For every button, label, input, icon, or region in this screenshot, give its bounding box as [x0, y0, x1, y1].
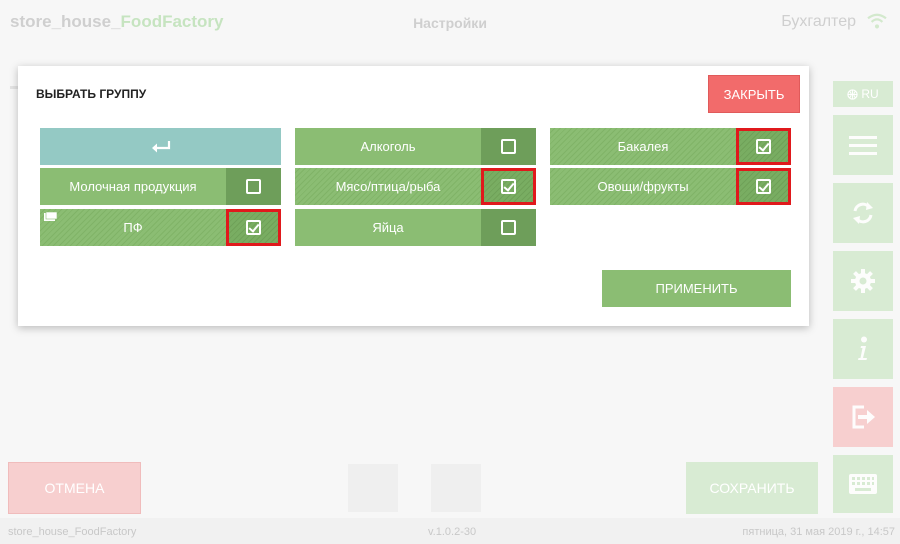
group-checkbox[interactable]: [481, 209, 536, 246]
dialog-title: ВЫБРАТЬ ГРУППУ: [36, 87, 147, 101]
checkbox-unchecked-icon: [501, 139, 516, 154]
group-checkbox[interactable]: [226, 168, 281, 205]
group-tile-grocery[interactable]: Бакалея: [550, 128, 791, 165]
group-checkbox[interactable]: [736, 128, 791, 165]
group-tile-meat[interactable]: Мясо/птица/рыба: [295, 168, 536, 205]
settings-button[interactable]: [833, 251, 893, 311]
menu-icon: [849, 136, 877, 155]
logout-button[interactable]: [833, 387, 893, 447]
cancel-button[interactable]: ОТМЕНА: [8, 462, 141, 514]
group-label: ПФ: [123, 220, 143, 235]
scroll-down-button[interactable]: [431, 464, 481, 512]
close-button[interactable]: ЗАКРЫТЬ: [708, 75, 800, 113]
menu-button[interactable]: [833, 115, 893, 175]
keyboard-icon: [849, 474, 877, 494]
return-arrow-icon: [151, 140, 170, 152]
group-tile-pf[interactable]: ПФ: [40, 209, 281, 246]
group-label: Яйца: [372, 220, 404, 235]
group-checkbox[interactable]: [226, 209, 281, 246]
group-checkbox[interactable]: [481, 168, 536, 205]
footer-app-name: store_house_FoodFactory: [8, 526, 137, 538]
globe-icon: [847, 88, 859, 100]
group-label: Бакалея: [617, 139, 669, 154]
checkbox-checked-icon: [756, 179, 771, 194]
gear-icon: [851, 269, 875, 293]
save-button[interactable]: СОХРАНИТЬ: [686, 462, 818, 514]
back-button[interactable]: [40, 128, 281, 165]
group-tile-dairy[interactable]: Молочная продукция: [40, 168, 281, 205]
footer-version: v.1.0.2-30: [428, 526, 477, 538]
checkbox-checked-icon: [501, 179, 516, 194]
footer-datetime: пятница, 31 мая 2019 г., 14:57: [742, 526, 895, 538]
checkbox-checked-icon: [756, 139, 771, 154]
checkbox-unchecked-icon: [501, 220, 516, 235]
sync-icon: [853, 202, 873, 224]
group-tile-eggs[interactable]: Яйца: [295, 209, 536, 246]
sync-button[interactable]: [833, 183, 893, 243]
wifi-icon: [867, 13, 887, 29]
group-checkbox[interactable]: [736, 168, 791, 205]
group-tile-vegetables[interactable]: Овощи/фрукты: [550, 168, 791, 205]
group-label: Молочная продукция: [69, 179, 197, 194]
checkbox-checked-icon: [246, 220, 261, 235]
exit-icon: [852, 405, 875, 429]
top-bar: store_house_FoodFactory Настройки Бухгал…: [0, 0, 900, 46]
apply-button[interactable]: ПРИМЕНИТЬ: [602, 270, 791, 307]
group-label: Овощи/фрукты: [597, 179, 689, 194]
language-label: RU: [861, 87, 879, 101]
checkbox-unchecked-icon: [246, 179, 261, 194]
group-tile-alcohol[interactable]: Алкоголь: [295, 128, 536, 165]
status-bar: store_house_FoodFactory v.1.0.2-30 пятни…: [0, 518, 900, 544]
language-button[interactable]: RU: [833, 81, 893, 107]
user-name[interactable]: Бухгалтер: [781, 13, 856, 31]
scroll-up-button[interactable]: [348, 464, 398, 512]
select-group-dialog: ВЫБРАТЬ ГРУППУ ЗАКРЫТЬ Молочная продукци…: [18, 66, 809, 326]
keyboard-button[interactable]: [833, 455, 893, 513]
info-icon: [858, 336, 867, 360]
group-label: Мясо/птица/рыба: [335, 179, 441, 194]
info-button[interactable]: [833, 319, 893, 379]
folder-icon: [44, 212, 57, 221]
group-checkbox[interactable]: [481, 128, 536, 165]
group-label: Алкоголь: [360, 139, 416, 154]
page-title: Настройки: [413, 15, 487, 31]
